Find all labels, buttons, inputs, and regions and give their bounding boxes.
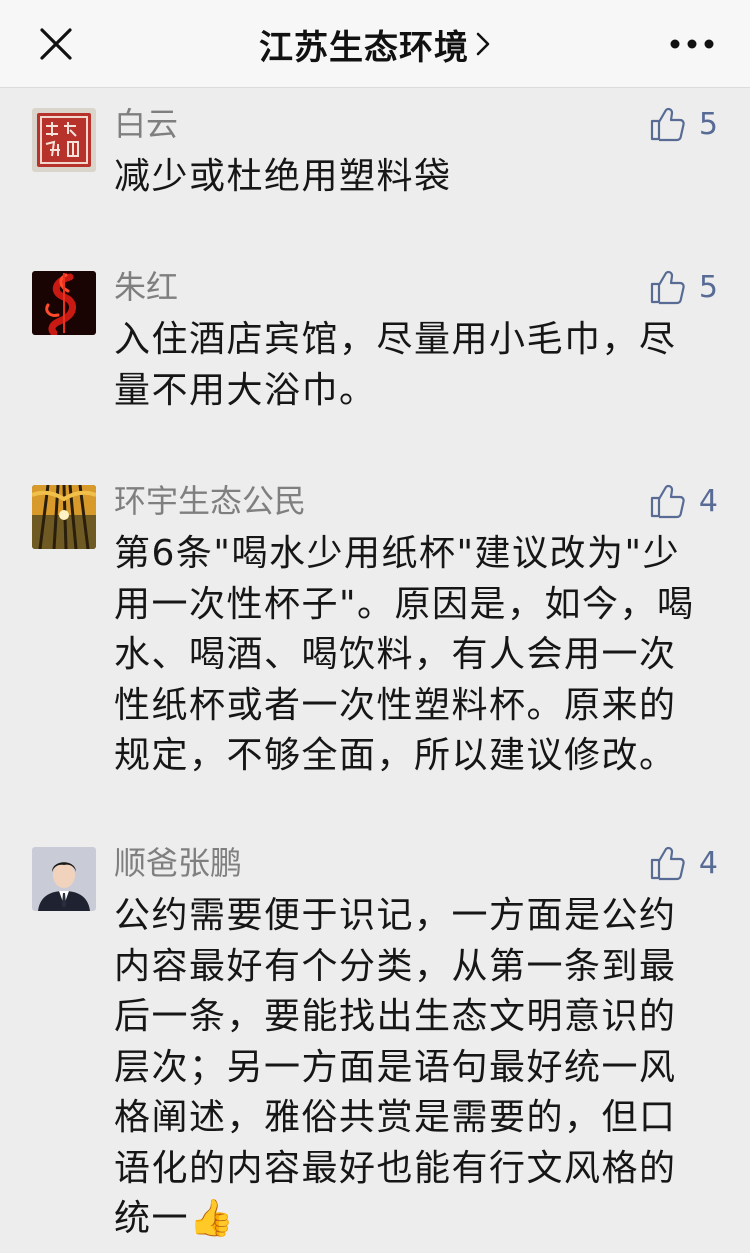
avatar[interactable]: [32, 271, 96, 335]
comment-nickname: 白云: [114, 105, 179, 143]
comment-nickname: 环宇生态公民: [114, 482, 307, 520]
forest-avatar-icon: [32, 485, 96, 549]
page-title: 江苏生态环境: [259, 27, 469, 68]
avatar[interactable]: [32, 485, 96, 549]
thumbs-up-emoji: 👍: [189, 1198, 236, 1239]
top-navigation-bar: 江苏生态环境: [0, 0, 750, 88]
seal-stamp-avatar-icon: [32, 108, 96, 172]
like-count: 5: [698, 106, 718, 142]
comment-content: 减少或杜绝用塑料袋: [114, 156, 452, 197]
thumbs-up-icon: [650, 107, 685, 142]
comment-content: 公约需要便于识记，一方面是公约内容最好有个分类，从第一条到最后一条，要能找出生态…: [114, 891, 704, 1245]
man-in-suit-avatar-icon: [32, 847, 96, 911]
like-count: 4: [698, 483, 718, 519]
red-smoke-avatar-icon: [32, 271, 96, 335]
like-button[interactable]: 4: [649, 843, 718, 883]
account-title-link[interactable]: 江苏生态环境: [0, 0, 750, 88]
like-count: 5: [698, 269, 718, 305]
more-button[interactable]: [664, 22, 720, 66]
like-button[interactable]: 5: [649, 104, 718, 144]
comment-content: 入住酒店宾馆，尽量用小毛巾，尽量不用大浴巾。: [114, 319, 677, 411]
like-button[interactable]: 5: [649, 267, 718, 307]
thumbs-up-icon: [650, 846, 685, 881]
like-count: 4: [698, 845, 718, 881]
thumbs-up-icon: [650, 484, 685, 519]
comment-text: 公约需要便于识记，一方面是公约内容最好有个分类，从第一条到最后一条，要能找出生态…: [114, 895, 677, 1239]
comment-nickname: 朱红: [114, 268, 179, 306]
more-icon: [670, 39, 714, 49]
avatar[interactable]: [32, 847, 96, 911]
chevron-right-icon: [475, 30, 491, 58]
thumbs-up-icon: [650, 270, 685, 305]
comment-nickname: 顺爸张鹏: [114, 844, 243, 882]
avatar[interactable]: [32, 108, 96, 172]
comment-content: 第6条"喝水少用纸杯"建议改为"少用一次性杯子"。原因是，如今，喝水、喝酒、喝饮…: [114, 533, 695, 776]
like-button[interactable]: 4: [649, 481, 718, 521]
